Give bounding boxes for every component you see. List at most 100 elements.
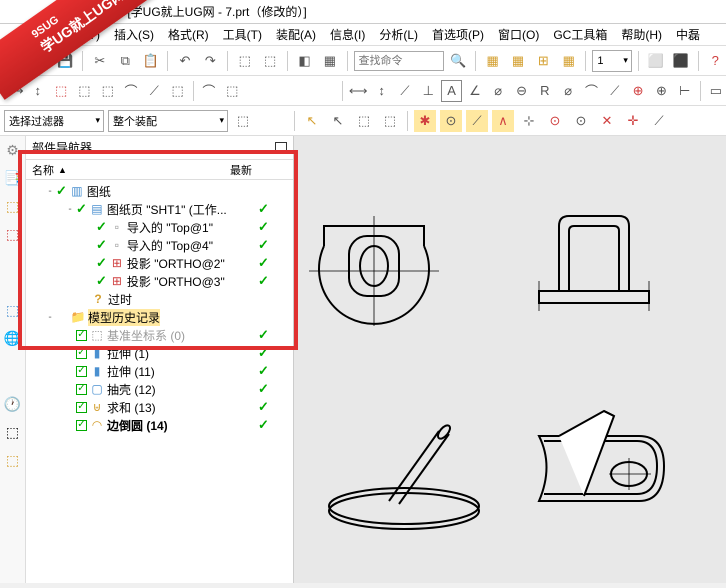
expand-icon[interactable]	[64, 330, 76, 341]
sidebar-tab4[interactable]: ⬚	[3, 422, 23, 442]
tree-row[interactable]: ✓▮拉伸 (1)✓	[26, 344, 293, 362]
tool-btn4[interactable]: ▦	[319, 50, 340, 72]
sel-btn2[interactable]: ↖	[327, 110, 349, 132]
checkbox-icon[interactable]: ✓	[76, 402, 87, 413]
menu-analysis[interactable]: 分析(L)	[379, 26, 418, 43]
tool-btn1[interactable]: ⬚	[234, 50, 255, 72]
tree-row[interactable]: -📁模型历史记录	[26, 308, 293, 326]
filter-combo[interactable]: 选择过滤器	[4, 110, 104, 132]
sel-cursor[interactable]: ↖	[301, 110, 323, 132]
snap-mid[interactable]: ⊙	[440, 110, 462, 132]
snap-quad[interactable]: ⊹	[518, 110, 540, 132]
dim-btn8[interactable]: ⬚	[168, 80, 188, 102]
checkbox-icon[interactable]: ✓	[76, 366, 87, 377]
menu-assembly[interactable]: 装配(A)	[276, 26, 316, 43]
checkbox-icon[interactable]: ✓	[76, 330, 87, 341]
sel-rect1[interactable]: ⬚	[353, 110, 375, 132]
tree-row[interactable]: ✓⊞投影 "ORTHO@3"✓	[26, 272, 293, 290]
menu-window[interactable]: 窗口(O)	[498, 26, 539, 43]
dim-btn7[interactable]: ⟋	[144, 80, 164, 102]
dim-btn3[interactable]: ⬚	[51, 80, 71, 102]
dim-center2[interactable]: ⊕	[651, 80, 671, 102]
sidebar-tab2[interactable]: ⬚	[3, 224, 23, 244]
checkbox-icon[interactable]: ✓	[76, 420, 87, 431]
tree-row[interactable]: -✓▥图纸	[26, 182, 293, 200]
menu-zhonglei[interactable]: 中磊	[676, 26, 700, 43]
command-search[interactable]	[354, 51, 444, 71]
dim-v[interactable]: ↕	[371, 80, 391, 102]
search-go[interactable]: 🔍	[448, 50, 469, 72]
snap-perp[interactable]: ⊙	[570, 110, 592, 132]
dim-par[interactable]: ⟋	[395, 80, 415, 102]
expand-icon[interactable]: -	[64, 204, 76, 215]
gdt-btn[interactable]: ▭	[706, 80, 726, 102]
cut-button[interactable]: ✂	[89, 50, 110, 72]
dim-chamf[interactable]: ⟋	[605, 80, 625, 102]
paste-button[interactable]: 📋	[140, 50, 161, 72]
tree-row[interactable]: ✓▫导入的 "Top@1"✓	[26, 218, 293, 236]
expand-icon[interactable]	[64, 384, 76, 395]
view-btn1[interactable]: ▦	[482, 50, 503, 72]
menu-preferences[interactable]: 首选项(P)	[432, 26, 484, 43]
dim-r[interactable]: R	[535, 80, 555, 102]
nav-tree[interactable]: -✓▥图纸-✓▤图纸页 "SHT1" (工作...✓ ✓▫导入的 "Top@1"…	[26, 180, 293, 583]
sel-rect2[interactable]: ⬚	[379, 110, 401, 132]
dim-btn2[interactable]: ↕	[28, 80, 48, 102]
snap-near[interactable]: ✕	[596, 110, 618, 132]
expand-icon[interactable]	[84, 258, 96, 269]
dim-btn5[interactable]: ⬚	[98, 80, 118, 102]
sidebar-tab1[interactable]: ⬚	[3, 196, 23, 216]
checkbox-icon[interactable]: ✓	[76, 384, 87, 395]
copy-button[interactable]: ⧉	[115, 50, 136, 72]
tool-btn3[interactable]: ◧	[294, 50, 315, 72]
sidebar-tab5[interactable]: ⬚	[3, 450, 23, 470]
dim-hole[interactable]: ⊖	[511, 80, 531, 102]
menu-gctoolbox[interactable]: GC工具箱	[553, 26, 607, 43]
number-combo[interactable]: 1	[592, 50, 631, 72]
view-btn3[interactable]: ⊞	[533, 50, 554, 72]
column-header[interactable]: 名称 ▲ 最新	[26, 160, 293, 180]
tree-row[interactable]: ✓⬚基准坐标系 (0)✓	[26, 326, 293, 344]
sidebar-history-icon[interactable]: 🕐	[3, 394, 23, 414]
tree-row[interactable]: -✓▤图纸页 "SHT1" (工作...✓	[26, 200, 293, 218]
redo-button[interactable]: ↷	[200, 50, 221, 72]
dim-arc[interactable]: ⌒	[581, 80, 601, 102]
dim-perp[interactable]: ⊥	[418, 80, 438, 102]
text-A[interactable]: A	[441, 80, 461, 102]
drawing-canvas[interactable]	[294, 136, 726, 583]
snap-end[interactable]: ✱	[414, 110, 436, 132]
snap-pt[interactable]: ✛	[622, 110, 644, 132]
snap-ctr[interactable]: ⟋	[466, 110, 488, 132]
tool-btn2[interactable]: ⬚	[259, 50, 280, 72]
dim-center[interactable]: ⊕	[628, 80, 648, 102]
tree-row[interactable]: ✓⊞投影 "ORTHO@2"✓	[26, 254, 293, 272]
view-btn4[interactable]: ▦	[558, 50, 579, 72]
tree-row[interactable]: ?过时	[26, 290, 293, 308]
dim-h[interactable]: ⟷	[348, 80, 369, 102]
assembly-combo[interactable]: 整个装配	[108, 110, 228, 132]
dim-d[interactable]: ⌀	[558, 80, 578, 102]
expand-icon[interactable]	[64, 420, 76, 431]
dim-ord[interactable]: ⊢	[675, 80, 695, 102]
help-icon[interactable]: ?	[705, 50, 726, 72]
snap-last[interactable]: ⟋	[648, 110, 670, 132]
expand-icon[interactable]: -	[44, 312, 56, 323]
sel-btn1[interactable]: ⬚	[232, 110, 254, 132]
menu-info[interactable]: 信息(I)	[330, 26, 365, 43]
sidebar-tab3[interactable]: ⬚	[3, 300, 23, 320]
expand-icon[interactable]: -	[44, 186, 56, 197]
expand-icon[interactable]	[64, 402, 76, 413]
pin-icon[interactable]	[275, 142, 287, 154]
dim-btn9[interactable]: ⌒	[199, 80, 219, 102]
sidebar-web-icon[interactable]: 🌐	[3, 328, 23, 348]
dim-ang[interactable]: ∠	[465, 80, 485, 102]
expand-icon[interactable]	[64, 348, 76, 359]
snap-int[interactable]: ∧	[492, 110, 514, 132]
box-btn2[interactable]: ⬛	[670, 50, 691, 72]
sidebar-nav-icon[interactable]: 📑	[3, 168, 23, 188]
expand-icon[interactable]	[84, 276, 96, 287]
dim-cyl[interactable]: ⌀	[488, 80, 508, 102]
dim-btn4[interactable]: ⬚	[74, 80, 94, 102]
dim-btn10[interactable]: ⬚	[222, 80, 242, 102]
menu-help[interactable]: 帮助(H)	[621, 26, 662, 43]
